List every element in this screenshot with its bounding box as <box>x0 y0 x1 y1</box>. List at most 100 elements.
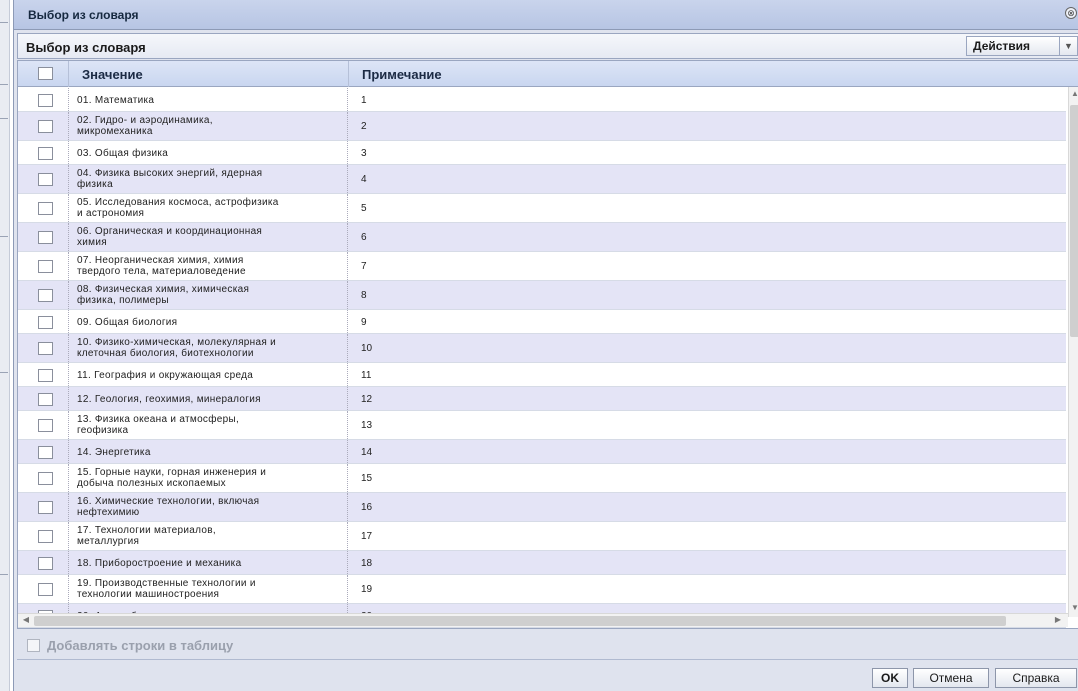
scroll-up-icon[interactable]: ▲ <box>1070 89 1078 101</box>
table-row[interactable]: 16. Химические технологии, включая нефте… <box>18 493 1066 522</box>
table-row[interactable]: 06. Органическая и координационная химия… <box>18 223 1066 252</box>
row-checkbox[interactable] <box>38 557 53 570</box>
close-icon[interactable]: ⊗ <box>1065 7 1077 19</box>
scroll-right-icon[interactable]: ▶ <box>1052 615 1064 627</box>
value-cell[interactable]: 09. Общая биология <box>68 310 348 333</box>
table-row[interactable]: 15. Горные науки, горная инженерия и доб… <box>18 464 1066 493</box>
row-checkbox[interactable] <box>38 472 53 485</box>
table-row[interactable]: 13. Физика океана и атмосферы, геофизика… <box>18 411 1066 440</box>
value-cell[interactable]: 19. Производственные технологии и технол… <box>68 575 348 603</box>
row-checkbox[interactable] <box>38 289 53 302</box>
value-cell[interactable]: 07. Неорганическая химия, химия твердого… <box>68 252 348 280</box>
value-cell[interactable]: 13. Физика океана и атмосферы, геофизика <box>68 411 348 439</box>
value-cell[interactable]: 15. Горные науки, горная инженерия и доб… <box>68 464 348 492</box>
row-checkbox[interactable] <box>38 583 53 596</box>
note-cell[interactable]: 16 <box>361 502 372 513</box>
note-cell[interactable]: 17 <box>361 531 372 542</box>
row-checkbox[interactable] <box>38 530 53 543</box>
row-checkbox[interactable] <box>38 393 53 406</box>
table-row[interactable]: 08. Физическая химия, химическая физика,… <box>18 281 1066 310</box>
note-cell[interactable]: 7 <box>361 261 367 272</box>
ok-button[interactable]: OK <box>872 668 908 688</box>
row-checkbox[interactable] <box>38 369 53 382</box>
table-row[interactable]: 05. Исследования космоса, астрофизика и … <box>18 194 1066 223</box>
value-cell[interactable]: 12. Геология, геохимия, минералогия <box>68 387 348 410</box>
value-cell[interactable]: 18. Приборостроение и механика <box>68 551 348 574</box>
table-row[interactable]: 18. Приборостроение и механика 18 <box>18 551 1066 575</box>
value-cell[interactable]: 14. Энергетика <box>68 440 348 463</box>
background-tick <box>0 118 8 119</box>
chevron-down-icon[interactable]: ▼ <box>1060 36 1078 56</box>
dialog-title-bar[interactable]: Выбор из словаря ⊗ <box>14 0 1078 30</box>
row-checkbox[interactable] <box>38 501 53 514</box>
vertical-scroll-thumb[interactable] <box>1070 105 1078 337</box>
note-cell[interactable]: 1 <box>361 95 367 106</box>
value-cell[interactable]: 01. Математика <box>68 88 348 111</box>
note-cell[interactable]: 6 <box>361 232 367 243</box>
vertical-scrollbar[interactable]: ▲ ▼ <box>1068 87 1078 617</box>
note-cell[interactable]: 19 <box>361 584 372 595</box>
value-cell[interactable]: 17. Технологии материалов, металлургия <box>68 522 348 550</box>
value-text: 11. География и окружающая среда <box>77 370 254 381</box>
note-cell[interactable]: 9 <box>361 317 367 328</box>
value-cell[interactable]: 04. Физика высоких энергий, ядерная физи… <box>68 165 348 193</box>
value-cell[interactable]: 11. География и окружающая среда <box>68 363 348 386</box>
row-checkbox[interactable] <box>38 316 53 329</box>
scroll-left-icon[interactable]: ◀ <box>20 615 32 627</box>
table-row[interactable]: 01. Математика 1 <box>18 88 1066 112</box>
value-cell[interactable]: 02. Гидро- и аэродинамика, микромеханика <box>68 112 348 140</box>
row-checkbox[interactable] <box>38 231 53 244</box>
row-checkbox[interactable] <box>38 446 53 459</box>
column-header-value[interactable]: Значение <box>68 61 347 87</box>
table-row[interactable]: 10. Физико-химическая, молекулярная и кл… <box>18 334 1066 363</box>
note-cell[interactable]: 13 <box>361 420 372 431</box>
horizontal-scrollbar[interactable]: ◀ ▶ <box>18 613 1068 627</box>
row-checkbox[interactable] <box>38 94 53 107</box>
value-cell[interactable]: 16. Химические технологии, включая нефте… <box>68 493 348 521</box>
row-checkbox[interactable] <box>38 260 53 273</box>
table-row[interactable]: 04. Физика высоких энергий, ядерная физи… <box>18 165 1066 194</box>
note-cell[interactable]: 8 <box>361 290 367 301</box>
row-checkbox[interactable] <box>38 173 53 186</box>
note-cell[interactable]: 15 <box>361 473 372 484</box>
note-cell[interactable]: 5 <box>361 203 367 214</box>
scroll-down-icon[interactable]: ▼ <box>1070 603 1078 615</box>
value-cell[interactable]: 03. Общая физика <box>68 141 348 164</box>
row-checkbox[interactable] <box>38 120 53 133</box>
table-row[interactable]: 17. Технологии материалов, металлургия 17 <box>18 522 1066 551</box>
column-header-note[interactable]: Примечание <box>348 61 1068 87</box>
horizontal-scroll-thumb[interactable] <box>34 616 1006 626</box>
column-header-note-label: Примечание <box>362 67 442 82</box>
table-row[interactable]: 12. Геология, геохимия, минералогия 12 <box>18 387 1066 411</box>
table-row[interactable]: 03. Общая физика 3 <box>18 141 1066 165</box>
background-tick <box>0 236 8 237</box>
select-all-checkbox[interactable] <box>38 67 53 80</box>
note-cell[interactable]: 10 <box>361 343 372 354</box>
note-cell[interactable]: 11 <box>361 370 371 381</box>
table-row[interactable]: 11. География и окружающая среда 11 <box>18 363 1066 387</box>
value-cell[interactable]: 10. Физико-химическая, молекулярная и кл… <box>68 334 348 362</box>
table-row[interactable]: 19. Производственные технологии и технол… <box>18 575 1066 604</box>
value-text: 14. Энергетика <box>77 447 151 458</box>
table-row[interactable]: 07. Неорганическая химия, химия твердого… <box>18 252 1066 281</box>
table-row[interactable]: 09. Общая биология 9 <box>18 310 1066 334</box>
value-cell[interactable]: 08. Физическая химия, химическая физика,… <box>68 281 348 309</box>
note-cell[interactable]: 18 <box>361 558 372 569</box>
note-cell[interactable]: 3 <box>361 148 367 159</box>
table-row[interactable]: 14. Энергетика 14 <box>18 440 1066 464</box>
help-button[interactable]: Справка <box>995 668 1077 688</box>
row-checkbox[interactable] <box>38 419 53 432</box>
cancel-button[interactable]: Отмена <box>913 668 989 688</box>
value-cell[interactable]: 05. Исследования космоса, астрофизика и … <box>68 194 348 222</box>
table-row[interactable]: 02. Гидро- и аэродинамика, микромеханика… <box>18 112 1066 141</box>
row-checkbox[interactable] <box>38 202 53 215</box>
value-cell[interactable]: 06. Органическая и координационная химия <box>68 223 348 251</box>
note-cell[interactable]: 4 <box>361 174 367 185</box>
row-checkbox[interactable] <box>38 342 53 355</box>
note-cell[interactable]: 2 <box>361 121 367 132</box>
actions-button[interactable]: Действия <box>966 36 1060 56</box>
note-cell[interactable]: 14 <box>361 447 372 458</box>
row-checkbox[interactable] <box>38 147 53 160</box>
note-cell[interactable]: 12 <box>361 394 372 405</box>
add-rows-checkbox[interactable] <box>27 639 40 652</box>
